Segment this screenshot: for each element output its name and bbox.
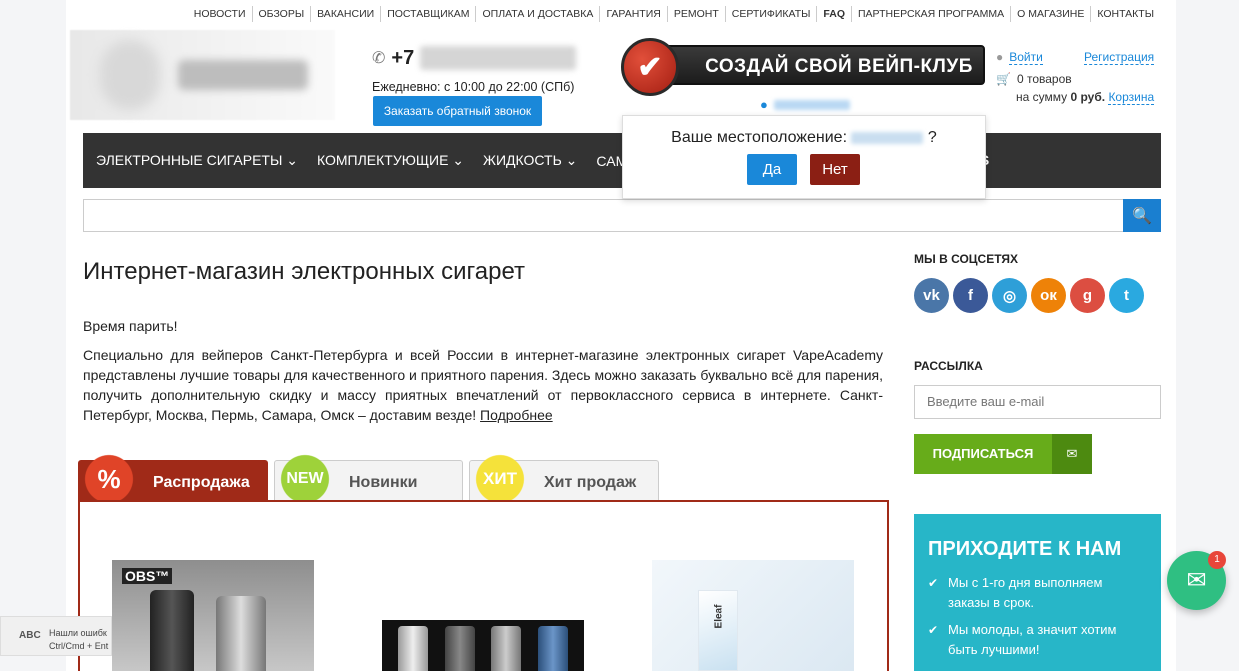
newsletter-title: РАССЫЛКА bbox=[914, 359, 983, 373]
topnav-payment[interactable]: ОПЛАТА И ДОСТАВКА bbox=[475, 6, 599, 22]
product-brand: Eleaf bbox=[713, 604, 725, 629]
subscribe-label: ПОДПИСАТЬСЯ bbox=[932, 446, 1034, 461]
location-no-button[interactable]: Нет bbox=[810, 154, 860, 185]
product-brand: OBS™ bbox=[122, 568, 173, 584]
location-yes-button[interactable]: Да bbox=[747, 154, 797, 185]
description-text: Специально для вейперов Санкт-Петербурга… bbox=[83, 347, 883, 423]
cart-icon: 🛒 bbox=[996, 72, 1011, 86]
page: НОВОСТИ ОБЗОРЫ ВАКАНСИИ ПОСТАВЩИКАМ ОПЛА… bbox=[66, 0, 1176, 671]
tab-new-label: Новинки bbox=[349, 474, 418, 491]
phone-number-redacted bbox=[420, 46, 577, 70]
product-image-3[interactable]: Eleaf bbox=[652, 560, 854, 671]
login-link[interactable]: Войти bbox=[1009, 50, 1043, 65]
phone-icon: ✆ bbox=[372, 50, 386, 67]
visit-us-block: ПРИХОДИТЕ К НАМ Мы с 1-го дня выполняем … bbox=[914, 514, 1161, 671]
callback-button[interactable]: Заказать обратный звонок bbox=[373, 96, 542, 126]
spellcheck-icon: ABC bbox=[19, 630, 41, 641]
topnav-news[interactable]: НОВОСТИ bbox=[188, 6, 252, 22]
product-image-2[interactable] bbox=[382, 620, 584, 671]
tab-sale-label: Распродажа bbox=[153, 474, 250, 491]
tab-bestsellers[interactable]: ХИТ Хит продаж bbox=[466, 453, 659, 505]
menu-item-parts[interactable]: КОМПЛЕКТУЮЩИЕ ⌄ bbox=[317, 152, 464, 169]
site-logo[interactable] bbox=[70, 30, 335, 120]
top-navigation: НОВОСТИ ОБЗОРЫ ВАКАНСИИ ПОСТАВЩИКАМ ОПЛА… bbox=[188, 6, 1160, 22]
visit-item: Мы с 1-го дня выполняем заказы в срок. bbox=[928, 573, 1147, 613]
twitter-icon[interactable]: t bbox=[1109, 278, 1144, 313]
location-pin-icon: ● bbox=[760, 97, 768, 112]
tab-new[interactable]: NEW Новинки bbox=[271, 453, 463, 505]
envelope-icon: ✉ bbox=[1052, 434, 1092, 474]
user-icon: ● bbox=[996, 50, 1004, 64]
tab-bestsellers-label: Хит продаж bbox=[544, 474, 637, 491]
visit-item: Мы молоды, а значит хотим быть лучшими! bbox=[928, 620, 1147, 660]
page-title: Интернет-магазин электронных сигарет bbox=[83, 258, 526, 285]
topnav-reviews[interactable]: ОБЗОРЫ bbox=[251, 6, 311, 22]
phone-block: ✆ +7 bbox=[372, 46, 577, 70]
social-title: МЫ В СОЦСЕТЯХ bbox=[914, 252, 1019, 266]
report-error-widget[interactable]: ABC Нашли ошибк Ctrl/Cmd + Ent bbox=[0, 616, 112, 656]
working-hours: Ежедневно: с 10:00 до 22:00 (СПб) bbox=[372, 80, 575, 94]
menu-item-ecig[interactable]: ЭЛЕКТРОННЫЕ СИГАРЕТЫ ⌄ bbox=[96, 152, 298, 169]
topnav-contacts[interactable]: КОНТАКТЫ bbox=[1090, 6, 1160, 22]
vape-club-label: СОЗДАЙ СВОЙ ВЕЙП-КЛУБ bbox=[705, 56, 973, 77]
tab-sale[interactable]: % Распродажа bbox=[75, 453, 268, 505]
location-question: Ваше местоположение: ? bbox=[671, 129, 937, 146]
topnav-partners[interactable]: ПАРТНЕРСКАЯ ПРОГРАММА bbox=[851, 6, 1010, 22]
topnav-certificates[interactable]: СЕРТИФИКАТЫ bbox=[724, 6, 817, 22]
topnav-repair[interactable]: РЕМОНТ bbox=[666, 6, 725, 22]
intro-text: Время парить! bbox=[83, 318, 178, 334]
search-icon: 🔍 bbox=[1132, 207, 1152, 225]
product-image-1[interactable]: OBS™ bbox=[112, 560, 314, 671]
search-input[interactable] bbox=[83, 199, 1123, 232]
topnav-about[interactable]: О МАГАЗИНЕ bbox=[1010, 6, 1090, 22]
mail-icon: ✉ bbox=[1186, 567, 1207, 594]
instagram-icon[interactable]: ◎ bbox=[992, 278, 1027, 313]
subscribe-button[interactable]: ПОДПИСАТЬСЯ ✉ bbox=[914, 434, 1092, 474]
city-redacted bbox=[851, 131, 924, 144]
topnav-warranty[interactable]: ГАРАНТИЯ bbox=[599, 6, 666, 22]
menu-item-liquid[interactable]: ЖИДКОСТЬ ⌄ bbox=[483, 152, 577, 169]
city-link-redacted[interactable] bbox=[774, 100, 850, 110]
checkmark-icon: ✔ bbox=[621, 38, 679, 96]
more-link[interactable]: Подробнее bbox=[480, 407, 553, 423]
hit-badge-icon: ХИТ bbox=[466, 453, 534, 505]
new-badge-icon: NEW bbox=[271, 453, 339, 505]
topnav-faq[interactable]: FAQ bbox=[816, 6, 851, 22]
cart-sum: 0 руб. bbox=[1070, 90, 1106, 104]
topnav-vacancies[interactable]: ВАКАНСИИ bbox=[310, 6, 380, 22]
phone-number[interactable]: +7 bbox=[391, 47, 414, 70]
cart-count: 0 товаров bbox=[1016, 72, 1072, 86]
facebook-icon[interactable]: f bbox=[953, 278, 988, 313]
email-field[interactable]: Введите ваш e-mail bbox=[914, 385, 1161, 419]
sale-badge-icon: % bbox=[75, 453, 143, 505]
location-popup: Ваше местоположение: ? Да Нет bbox=[622, 115, 986, 199]
search-button[interactable]: 🔍 bbox=[1123, 199, 1161, 232]
visit-title: ПРИХОДИТЕ К НАМ bbox=[928, 538, 1122, 560]
cart-sum-prefix: на сумму bbox=[1016, 90, 1068, 104]
google-plus-icon[interactable]: g bbox=[1070, 278, 1105, 313]
vape-club-banner[interactable]: СОЗДАЙ СВОЙ ВЕЙП-КЛУБ ✔ bbox=[621, 38, 987, 96]
cart-link[interactable]: Корзина bbox=[1108, 90, 1155, 105]
vk-icon[interactable]: vk bbox=[914, 278, 949, 313]
social-links: vk f ◎ ок g t bbox=[914, 278, 1148, 313]
odnoklassniki-icon[interactable]: ок bbox=[1031, 278, 1066, 313]
topnav-suppliers[interactable]: ПОСТАВЩИКАМ bbox=[380, 6, 475, 22]
chat-unread-count: 1 bbox=[1208, 551, 1226, 569]
register-link[interactable]: Регистрация bbox=[1084, 50, 1155, 65]
